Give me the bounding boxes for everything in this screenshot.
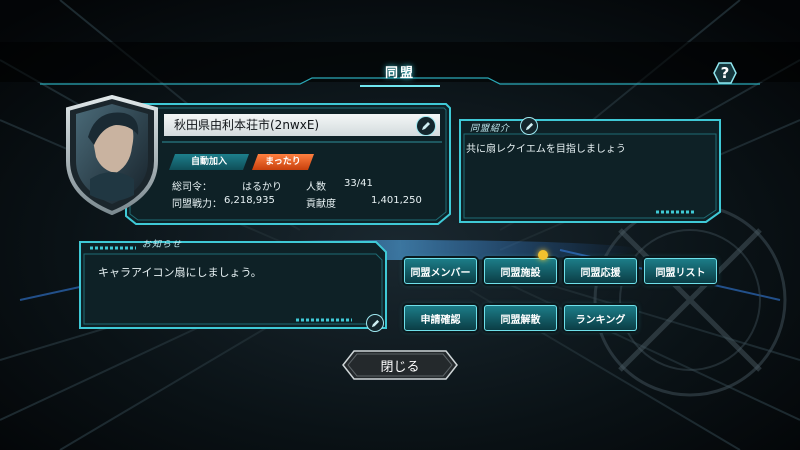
edit-news-button[interactable] bbox=[366, 314, 384, 332]
close-label: 閉じる bbox=[380, 359, 420, 375]
edit-icon bbox=[525, 122, 533, 130]
contribution-value: 1,401,250 bbox=[371, 195, 422, 206]
contribution-label: 貢献度 bbox=[306, 199, 336, 210]
commander-label: 総司令： bbox=[172, 182, 212, 193]
alliance-intro-panel: 同盟紹介 共に扇レクイエムを目指しましょう bbox=[456, 116, 724, 226]
support-button[interactable]: 同盟応援 bbox=[564, 258, 637, 284]
page-title: 同盟 bbox=[384, 66, 415, 81]
edit-name-button[interactable] bbox=[416, 116, 436, 136]
alliance-name: 秋田県由利本荘市(2nwxE) bbox=[164, 114, 440, 136]
members-button[interactable]: 同盟メンバー bbox=[404, 258, 477, 284]
notification-dot-icon bbox=[538, 250, 548, 260]
intro-label: 同盟紹介 bbox=[470, 124, 511, 134]
disband-button[interactable]: 同盟解散 bbox=[484, 305, 557, 331]
help-glyph: ? bbox=[720, 64, 730, 82]
intro-text: 共に扇レクイエムを目指しましょう bbox=[466, 144, 626, 155]
power-label: 同盟戦力： bbox=[172, 199, 222, 210]
members-value: 33/41 bbox=[344, 178, 373, 189]
applications-button[interactable]: 申請確認 bbox=[404, 305, 477, 331]
close-button[interactable]: 閉じる bbox=[342, 350, 458, 380]
edit-icon bbox=[371, 319, 379, 327]
news-panel: お知らせ キャラアイコン扇にしましょう。 bbox=[76, 236, 389, 334]
edit-intro-button[interactable] bbox=[520, 117, 538, 135]
edit-icon bbox=[422, 122, 430, 130]
commander-value: はるかり bbox=[242, 182, 282, 193]
news-label: お知らせ bbox=[142, 240, 182, 250]
tag-auto-join: 自動加入 bbox=[169, 154, 249, 170]
help-button[interactable]: ? bbox=[713, 62, 737, 84]
alliance-list-button[interactable]: 同盟リスト bbox=[644, 258, 717, 284]
facilities-button[interactable]: 同盟施設 bbox=[484, 258, 557, 284]
power-value: 6,218,935 bbox=[224, 195, 275, 206]
tag-relaxed: まったり bbox=[252, 154, 314, 170]
ranking-button[interactable]: ランキング bbox=[564, 305, 637, 331]
alliance-emblem-icon bbox=[66, 95, 158, 215]
members-label: 人数 bbox=[306, 182, 326, 193]
news-text: キャラアイコン扇にしましょう。 bbox=[98, 266, 262, 279]
